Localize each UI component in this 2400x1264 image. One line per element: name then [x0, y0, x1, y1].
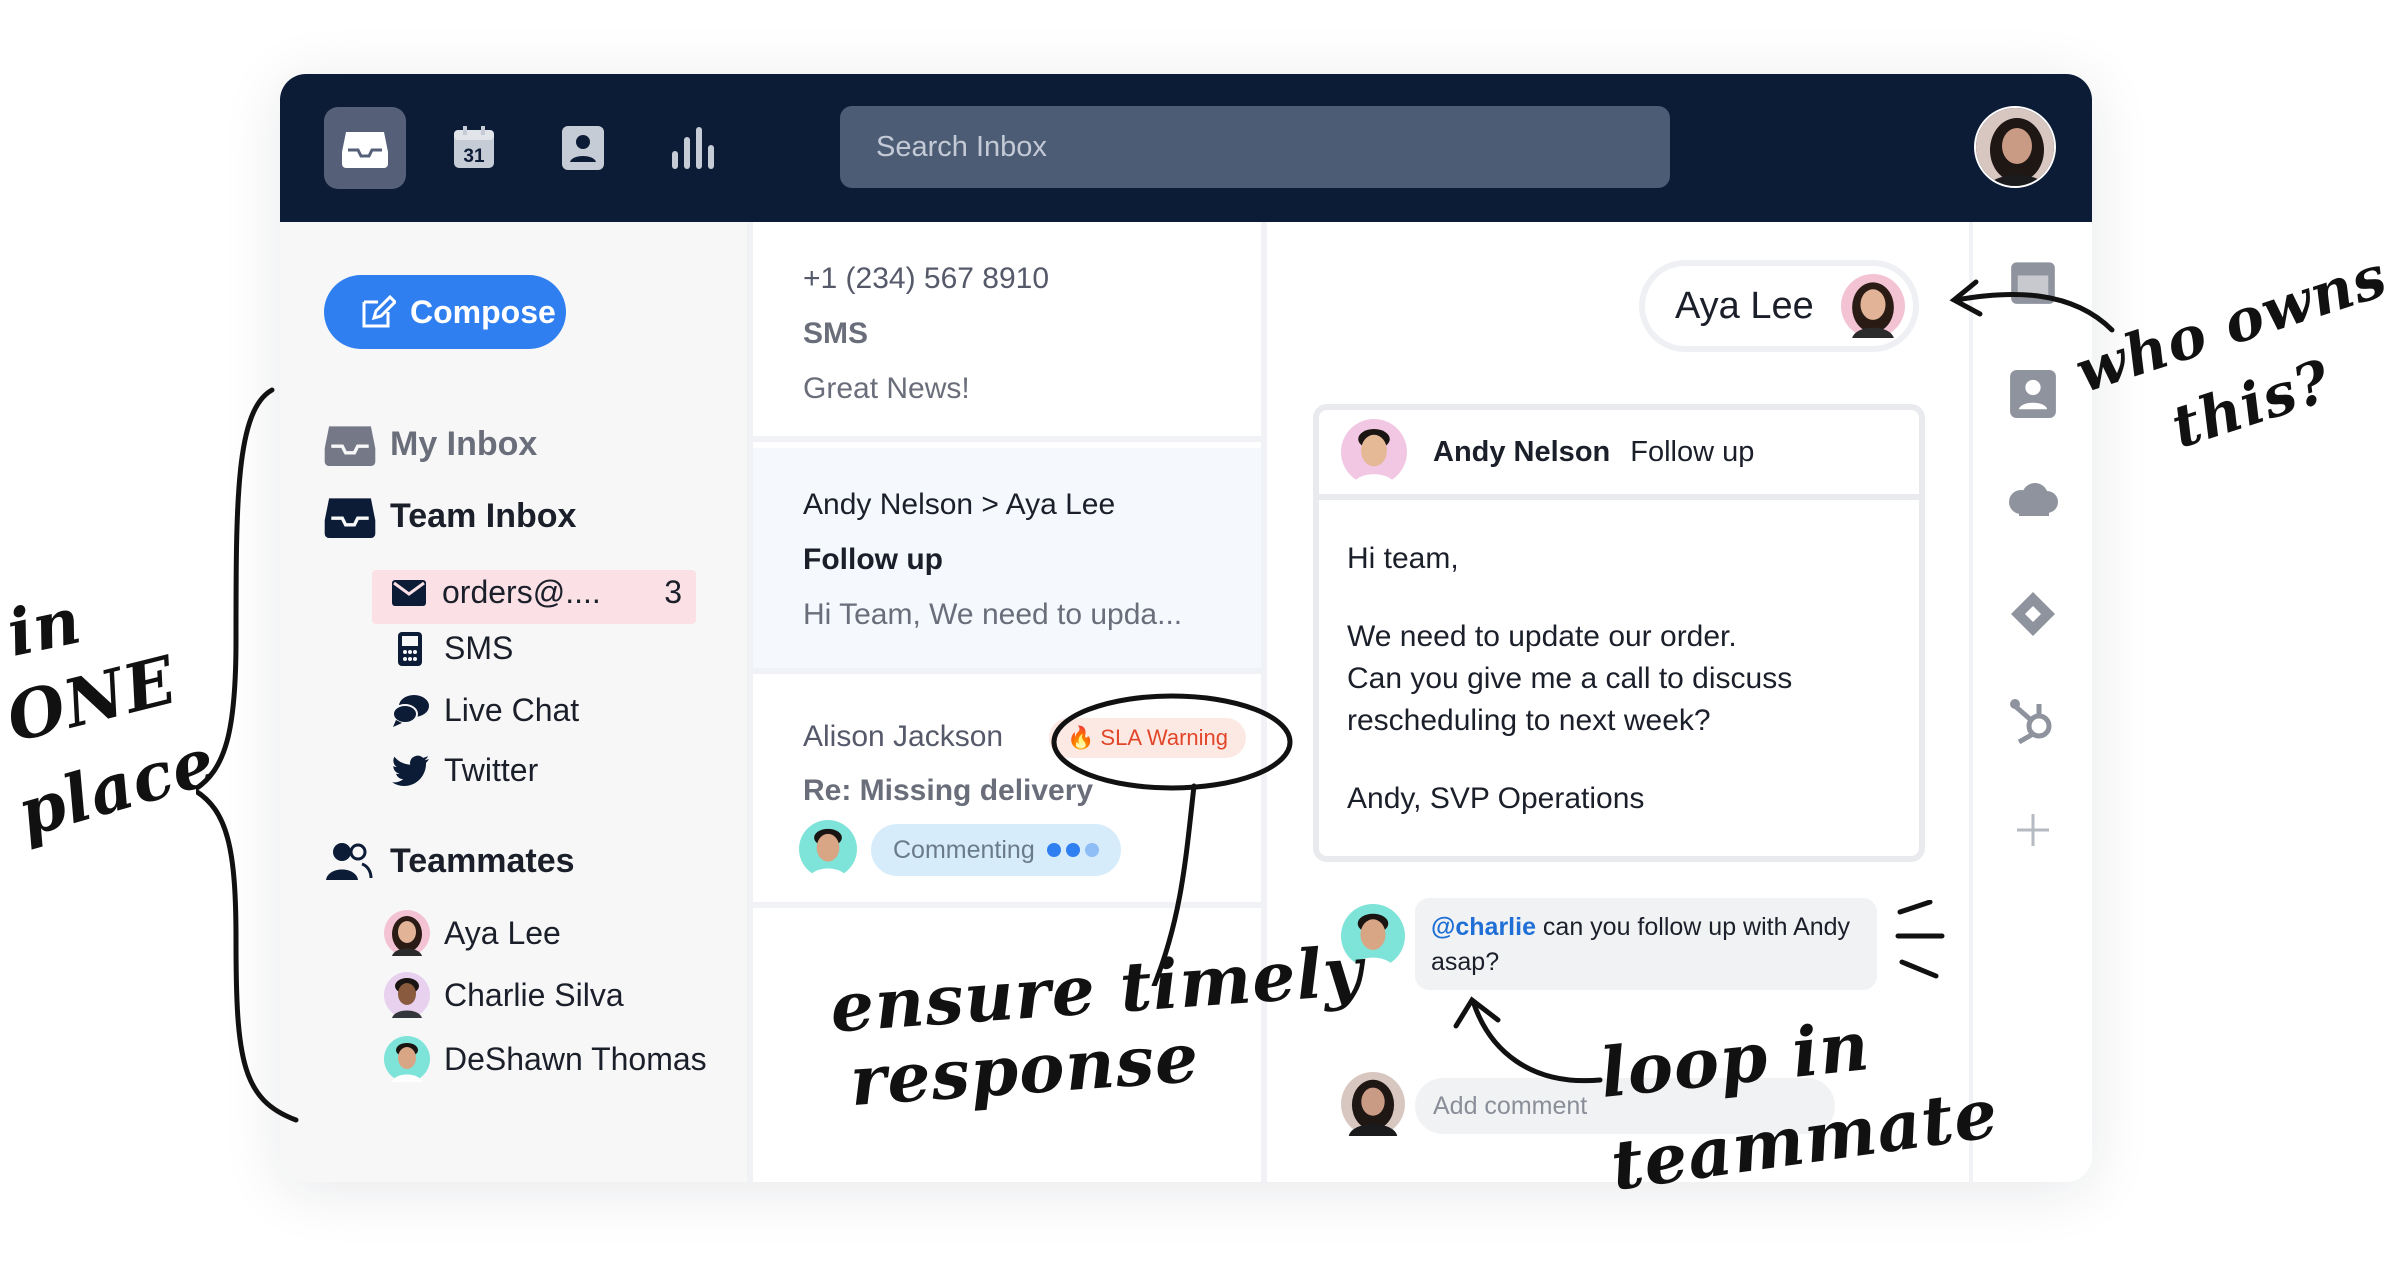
brace-annotation [196, 387, 299, 1123]
conversation-item[interactable]: +1 (234) 567 8910 SMS Great News! [753, 222, 1261, 442]
nav-calendar[interactable]: 31 [433, 107, 515, 189]
message-subject: Follow up [1630, 435, 1755, 468]
rail-jira[interactable] [2005, 586, 2061, 642]
avatar [799, 820, 857, 878]
compose-icon [362, 294, 396, 328]
assignee-name: Aya Lee [1675, 284, 1814, 327]
sidebar-item-my-inbox[interactable]: My Inbox [324, 422, 537, 466]
mail-icon [392, 579, 426, 606]
conversation-preview: Hi Team, We need to upda... [803, 598, 1183, 631]
avatar [1841, 274, 1905, 338]
message-body: Hi team, We need to update our order. Ca… [1347, 542, 1793, 815]
compose-label: Compose [410, 293, 556, 330]
teammate-name: Aya Lee [444, 914, 561, 951]
sidebar-item-label: orders@.... [442, 574, 601, 610]
nav-contacts[interactable] [542, 107, 624, 189]
sidebar: Compose My Inbox Team Inbox orders@.... … [280, 222, 747, 1182]
message-sender: Andy Nelson [1433, 435, 1611, 468]
chat-icon [392, 694, 429, 727]
top-bar: 31 [280, 74, 2092, 222]
conversation-subject: Follow up [803, 543, 943, 576]
svg-text:31: 31 [463, 146, 485, 167]
inbox-tray-icon [342, 132, 388, 168]
loop-arrow-annotation [1453, 996, 1603, 1084]
sidebar-item-orders[interactable]: orders@.... 3 [392, 574, 692, 611]
sidebar-item-teammate-charlie[interactable]: Charlie Silva [384, 972, 624, 1018]
conversation-item-selected[interactable]: Andy Nelson > Aya Lee Follow up Hi Team,… [753, 448, 1261, 674]
mention[interactable]: @charlie [1431, 913, 1536, 941]
sidebar-item-teammate-deshawn[interactable]: DeShawn Thomas [384, 1036, 707, 1082]
sidebar-item-live-chat[interactable]: Live Chat [392, 692, 579, 729]
emphasis-marks-annotation [1895, 900, 1945, 979]
calendar-icon: 31 [454, 126, 494, 168]
twitter-icon [392, 755, 429, 786]
sidebar-item-teammate-aya[interactable]: Aya Lee [384, 910, 561, 956]
avatar [384, 910, 430, 956]
conversation-preview: Great News! [803, 372, 970, 405]
avatar [384, 1036, 430, 1082]
conversation-from: Andy Nelson > Aya Lee [803, 488, 1116, 521]
teammate-name: Charlie Silva [444, 976, 624, 1013]
avatar-image [1976, 108, 2054, 186]
sidebar-item-label: SMS [444, 630, 514, 666]
sidebar-item-label: My Inbox [390, 424, 538, 463]
assignee-pill[interactable]: Aya Lee [1639, 260, 1919, 352]
sidebar-item-label: Team Inbox [390, 496, 577, 535]
sidebar-item-label: Live Chat [444, 692, 580, 728]
user-avatar[interactable] [1974, 106, 2056, 188]
avatar [384, 972, 430, 1018]
cloud-icon [2009, 483, 2058, 516]
people-icon [326, 843, 373, 880]
sidebar-item-sms[interactable]: SMS [398, 630, 513, 667]
teammate-name: DeShawn Thomas [444, 1040, 707, 1077]
stage: 31 Search Inbox Compose My Inbox Team In… [0, 0, 2400, 1264]
sidebar-item-team-inbox[interactable]: Team Inbox [324, 494, 576, 538]
unread-count: 3 [664, 574, 682, 610]
avatar [1341, 1072, 1405, 1136]
bar-chart-icon [672, 127, 714, 169]
nav-inbox[interactable] [324, 107, 406, 189]
message-header: Andy Nelson Follow up [1319, 410, 1919, 500]
contact-card-icon [2010, 370, 2056, 418]
nav-analytics[interactable] [652, 107, 734, 189]
conversation-from: +1 (234) 567 8910 [803, 262, 1050, 295]
compose-button[interactable]: Compose [324, 275, 566, 349]
conversation-from: Alison Jackson [803, 720, 1004, 753]
phone-icon [398, 631, 422, 666]
inbox-tray-icon [324, 498, 376, 538]
rail-contacts[interactable] [2005, 366, 2061, 422]
rail-hubspot[interactable] [2005, 692, 2061, 748]
search-input[interactable] [840, 106, 1670, 188]
sidebar-item-teammates[interactable]: Teammates [324, 840, 575, 882]
contact-card-icon [562, 126, 604, 170]
diamond-icon [2011, 592, 2055, 636]
plus-icon [2017, 814, 2049, 846]
sidebar-item-label: Teammates [390, 841, 575, 880]
annotation-in: in [0, 583, 88, 672]
sidebar-item-label: Twitter [444, 752, 539, 788]
hubspot-icon [2010, 699, 2052, 745]
rail-salesforce[interactable] [2005, 472, 2061, 528]
rail-add[interactable] [2005, 802, 2061, 858]
comment-bubble: @charlie can you follow up with Andy asa… [1415, 898, 1877, 990]
message-card: Andy Nelson Follow up Hi team, We need t… [1313, 404, 1925, 862]
avatar [1341, 419, 1407, 485]
conversation-subject: SMS [803, 317, 869, 350]
sidebar-item-twitter[interactable]: Twitter [392, 752, 538, 789]
inbox-tray-icon [324, 426, 376, 466]
